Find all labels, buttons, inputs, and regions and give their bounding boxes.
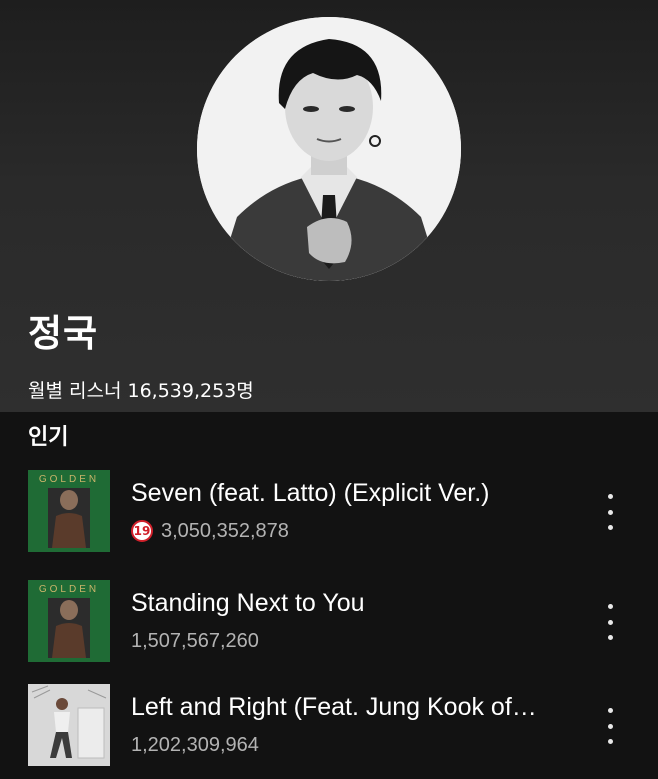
album-art-left-and-right <box>28 684 110 766</box>
artist-name: 정국 <box>28 312 99 355</box>
more-vertical-icon <box>607 708 613 713</box>
more-options-button[interactable] <box>596 704 624 748</box>
album-art-golden: GOLDEN <box>28 470 110 552</box>
svg-text:GOLDEN: GOLDEN <box>39 584 99 595</box>
track-title: Seven (feat. Latto) (Explicit Ver.) <box>131 479 490 507</box>
track-title: Left and Right (Feat. Jung Kook of… <box>131 693 537 721</box>
track-play-count: 3,050,352,878 <box>161 520 289 542</box>
artist-header: 정국 월별 리스너 16,539,253명 <box>0 0 658 412</box>
more-options-button[interactable] <box>596 490 624 534</box>
artist-avatar[interactable] <box>197 17 461 281</box>
album-art-golden: GOLDEN <box>28 580 110 662</box>
more-vertical-icon <box>607 494 613 499</box>
track-title: Standing Next to You <box>131 589 365 617</box>
artist-page: 정국 월별 리스너 16,539,253명 인기 GOLDEN Seven (f… <box>0 0 658 779</box>
track-cover <box>28 684 110 766</box>
svg-text:GOLDEN: GOLDEN <box>39 474 99 485</box>
track-meta: 1,507,567,260 <box>131 628 259 654</box>
track-cover: GOLDEN <box>28 580 110 662</box>
explicit-19-icon: 19 <box>131 520 153 542</box>
track-row[interactable]: Left and Right (Feat. Jung Kook of… 1,20… <box>0 684 658 770</box>
track-cover: GOLDEN <box>28 470 110 552</box>
artist-photo <box>197 17 461 281</box>
track-meta: 1,202,309,964 <box>131 732 259 758</box>
track-meta: 19 3,050,352,878 <box>131 518 289 544</box>
track-play-count: 1,202,309,964 <box>131 734 259 756</box>
monthly-listeners: 월별 리스너 16,539,253명 <box>28 380 254 402</box>
track-row[interactable]: GOLDEN Standing Next to You 1,507,567,26… <box>0 580 658 666</box>
track-row[interactable]: GOLDEN Seven (feat. Latto) (Explicit Ver… <box>0 470 658 556</box>
more-vertical-icon <box>607 604 613 609</box>
more-options-button[interactable] <box>596 600 624 644</box>
popular-section-title: 인기 <box>28 425 69 450</box>
track-play-count: 1,507,567,260 <box>131 630 259 652</box>
